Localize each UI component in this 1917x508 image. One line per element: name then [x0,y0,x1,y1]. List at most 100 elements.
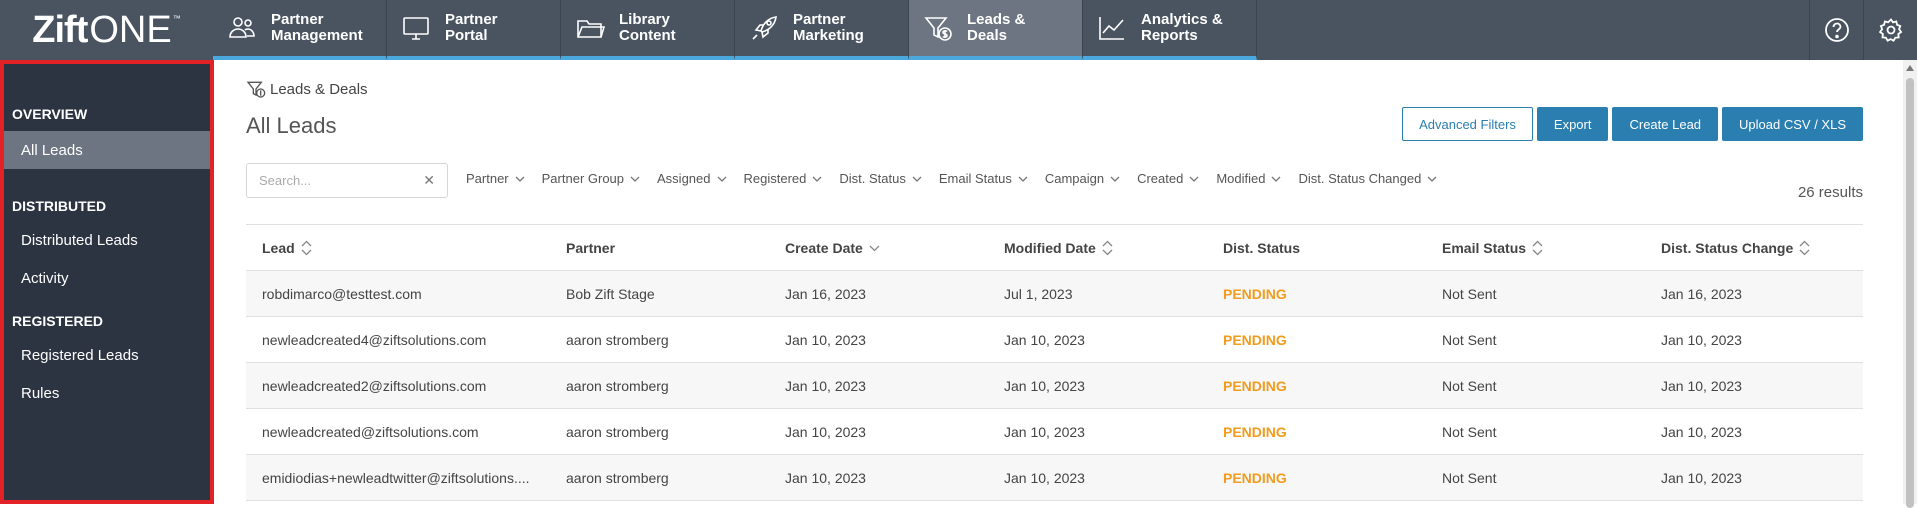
cell-modified-date: Jul 1, 2023 [1004,285,1073,302]
sidebar-item-registered-leads[interactable]: Registered Leads [4,336,210,374]
advanced-filters-button[interactable]: Advanced Filters [1402,107,1533,141]
nav-tab-partner-management[interactable]: Partner Management [213,0,387,60]
filter-dist-status-changed[interactable]: Dist. Status Changed [1298,171,1437,186]
scroll-up-arrow-icon[interactable] [1906,65,1914,71]
column-header-email-status[interactable]: Email Status [1426,240,1645,256]
nav-tab-label: Partner Portal [445,11,498,44]
export-button[interactable]: Export [1536,107,1609,141]
cell-lead[interactable]: newleadcreated4@ziftsolutions.com [246,332,550,348]
sort-icon [1799,240,1810,255]
cell-dist-status: PENDING [1223,423,1287,440]
vertical-scrollbar[interactable] [1903,60,1917,508]
cell-create-date: Jan 10, 2023 [785,331,866,348]
cell-email-status: Not Sent [1442,331,1497,348]
column-header-dist-status[interactable]: Dist. Status [1207,240,1426,256]
upload-csv-button[interactable]: Upload CSV / XLS [1722,107,1863,141]
cell-create-date: Jan 10, 2023 [785,423,866,440]
nav-tab-leads-deals[interactable]: Leads & Deals [909,0,1083,60]
help-button[interactable] [1809,0,1863,60]
breadcrumb: Leads & Deals [246,79,368,99]
filter-email-status[interactable]: Email Status [939,171,1028,186]
cell-partner: Bob Zift Stage [566,285,655,302]
table-row[interactable]: emidiodias+newleadtwitter@ziftsolutions.… [246,455,1863,501]
table-header: Lead Partner Create Date Modified Date D… [246,225,1863,271]
cell-dist-status: PENDING [1223,331,1287,348]
cell-modified-date: Jan 10, 2023 [1004,423,1085,440]
filter-created[interactable]: Created [1137,171,1199,186]
chevron-down-icon [717,176,726,182]
filter-assigned[interactable]: Assigned [657,171,726,186]
table-row[interactable]: newleadcreated@ziftsolutions.com aaron s… [246,409,1863,455]
filter-label: Created [1137,171,1184,186]
leads-table: Lead Partner Create Date Modified Date D… [246,224,1863,501]
monitor-icon [403,17,429,40]
table-row[interactable]: newleadcreated2@ziftsolutions.com aaron … [246,363,1863,409]
chevron-down-icon [1189,176,1199,182]
filter-registered[interactable]: Registered [744,171,823,186]
column-header-dist-status-change[interactable]: Dist. Status Change [1645,240,1863,256]
nav-tab-label: Partner Management [271,11,363,44]
nav-right-icons [1809,0,1917,60]
cell-modified-date: Jan 10, 2023 [1004,469,1085,486]
sidebar-item-all-leads[interactable]: All Leads [4,131,210,169]
cell-create-date: Jan 10, 2023 [785,469,866,486]
filter-label: Registered [743,171,807,186]
column-header-partner[interactable]: Partner [550,240,769,256]
cell-lead[interactable]: newleadcreated@ziftsolutions.com [246,424,550,440]
sidebar-item-activity[interactable]: Activity [4,259,210,297]
gear-icon [1878,18,1902,42]
zift-one-logo[interactable]: Zift ONE ™ [0,0,213,60]
cell-lead[interactable]: newleadcreated2@ziftsolutions.com [246,378,550,394]
filter-dist-status[interactable]: Dist. Status [839,171,922,186]
nav-tab-label: Leads & Deals [967,11,1026,44]
cell-lead[interactable]: robdimarco@testtest.com [246,286,550,302]
funnel-dollar-icon [246,81,266,98]
chevron-down-icon [1427,176,1437,182]
cell-dist-status-change: Jan 10, 2023 [1661,331,1742,348]
nav-tab-analytics-reports[interactable]: Analytics & Reports [1083,0,1257,60]
cell-email-status: Not Sent [1442,377,1497,394]
filter-label: Partner [466,171,509,186]
sidebar-item-rules[interactable]: Rules [4,374,210,412]
cell-modified-date: Jan 10, 2023 [1004,331,1085,348]
cell-partner: aaron stromberg [566,331,669,348]
filter-partner[interactable]: Partner [466,171,525,186]
scrollbar-thumb[interactable] [1906,78,1914,508]
filter-label: Campaign [1044,171,1105,186]
rocket-icon [752,16,777,40]
filter-modified[interactable]: Modified [1216,171,1281,186]
filter-partner-group[interactable]: Partner Group [542,171,640,186]
filter-campaign[interactable]: Campaign [1045,171,1120,186]
main-content: Leads & Deals All Leads Advanced Filters… [214,60,1903,504]
breadcrumb-label[interactable]: Leads & Deals [270,81,368,98]
cell-email-status: Not Sent [1442,469,1497,486]
nav-tab-library-content[interactable]: Library Content [561,0,735,60]
column-label: Partner [566,239,616,256]
table-row[interactable]: newleadcreated4@ziftsolutions.com aaron … [246,317,1863,363]
column-header-modified-date[interactable]: Modified Date [988,240,1207,256]
help-icon [1824,18,1849,42]
logo-tm: ™ [172,14,181,23]
table-row[interactable]: robdimarco@testtest.com Bob Zift Stage J… [246,271,1863,317]
nav-tab-partner-portal[interactable]: Partner Portal [387,0,561,60]
nav-tab-label: Library Content [619,11,676,44]
nav-tab-partner-marketing[interactable]: Partner Marketing [735,0,909,60]
column-label: Create Date [785,239,863,256]
filter-label: Assigned [657,171,711,186]
cell-email-status: Not Sent [1442,285,1497,302]
filter-label: Modified [1216,171,1266,186]
sidebar-item-distributed-leads[interactable]: Distributed Leads [4,221,210,259]
sidebar-section-overview: OVERVIEW [12,106,88,122]
cell-partner: aaron stromberg [566,423,669,440]
top-navigation: Zift ONE ™ Partner Management Partner Port… [0,0,1917,60]
create-lead-button[interactable]: Create Lead [1612,107,1719,141]
search-input[interactable] [259,173,409,188]
cell-lead[interactable]: emidiodias+newleadtwitter@ziftsolutions.… [246,470,550,486]
column-header-lead[interactable]: Lead [246,240,550,256]
column-header-create-date[interactable]: Create Date [769,240,988,256]
logo-zift-text: Zift [32,8,88,51]
column-label: Modified Date [1004,239,1096,256]
chevron-down-icon [812,176,822,182]
settings-button[interactable] [1863,0,1917,60]
clear-icon[interactable]: ✕ [423,172,435,189]
